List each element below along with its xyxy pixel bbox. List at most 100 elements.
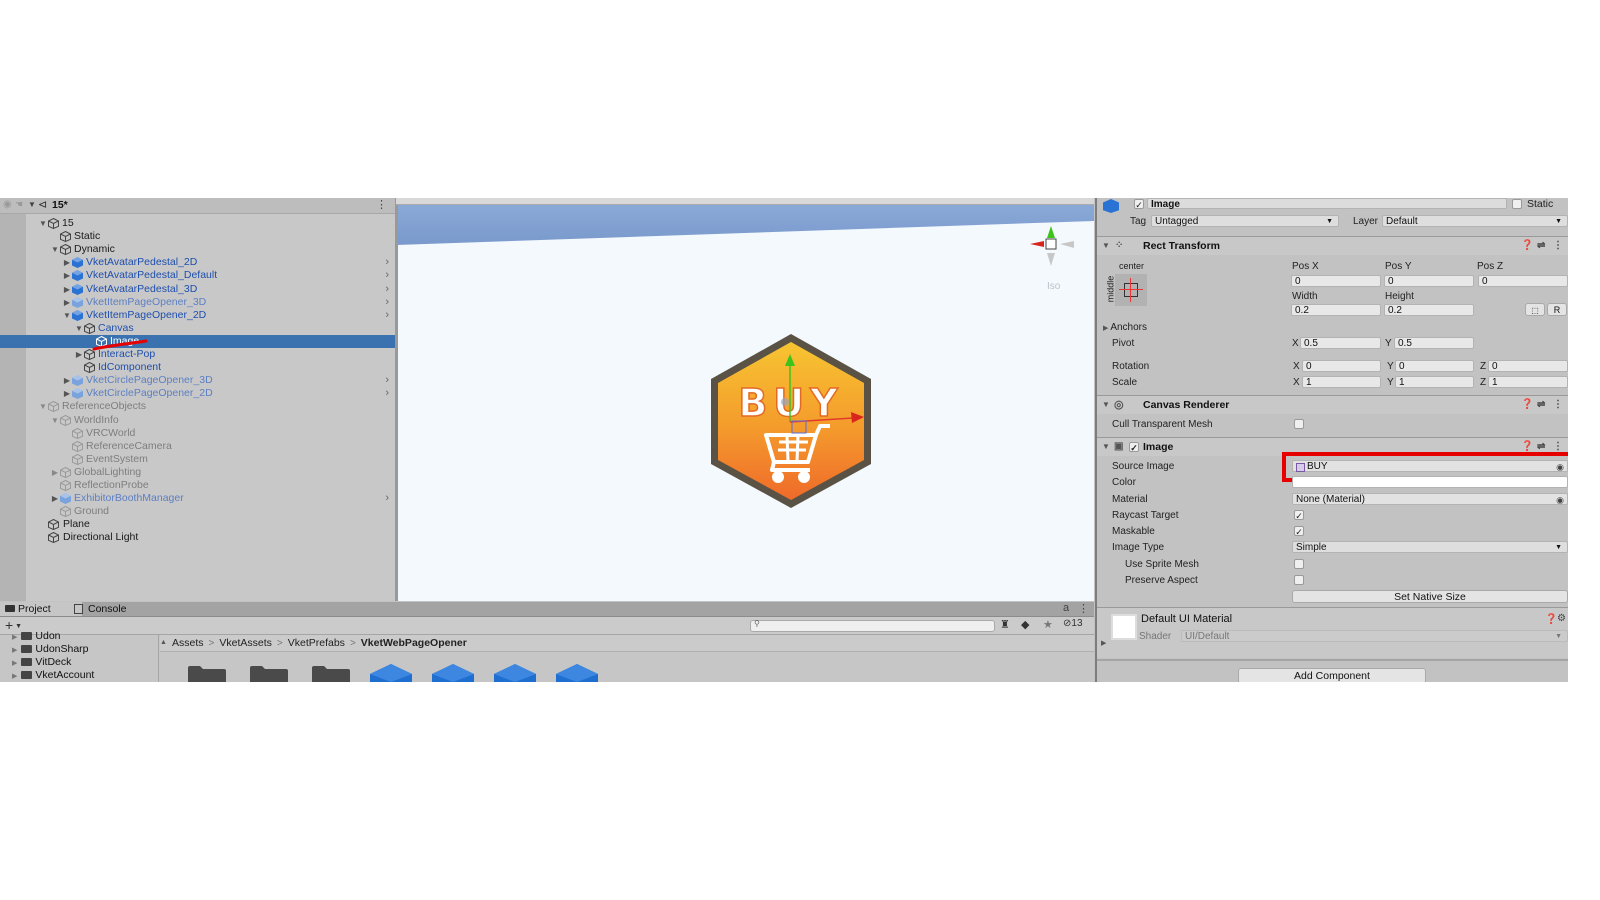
raw-edit-button[interactable]: R	[1547, 303, 1567, 316]
collapse-arrow-icon[interactable]: ▶	[50, 466, 60, 479]
pivot-x-input[interactable]: 0.5	[1300, 337, 1381, 349]
hierarchy-item[interactable]: ▶ VketAvatarPedestal_Default ›	[0, 269, 395, 282]
static-checkbox[interactable]	[1512, 199, 1522, 209]
hierarchy-item[interactable]: ▶ Interact-Pop	[0, 348, 395, 361]
hierarchy-item[interactable]: EventSystem	[0, 453, 395, 466]
hierarchy-item[interactable]: ▶ ExhibitorBoothManager ›	[0, 492, 395, 505]
pivot-dot[interactable]	[781, 398, 789, 406]
hierarchy-item[interactable]: ▶ VketAvatarPedestal_2D ›	[0, 256, 395, 269]
cull-transparent-mesh-checkbox[interactable]	[1294, 419, 1304, 429]
open-prefab-chevron-icon[interactable]: ›	[385, 387, 389, 400]
expand-arrow-icon[interactable]: ▼	[38, 217, 48, 230]
blueprint-mode-button[interactable]: ⬚	[1525, 303, 1545, 316]
expand-arrow-icon[interactable]: ▼	[74, 322, 84, 335]
presets-icon[interactable]: ⇌	[1537, 396, 1545, 414]
expand-arrow-icon[interactable]: ▼	[28, 200, 36, 209]
scene-orientation-gizmo[interactable]	[1026, 224, 1076, 274]
project-folder-item[interactable]: ▶ VitDeck	[12, 656, 71, 669]
help-icon[interactable]: ❓	[1521, 396, 1533, 414]
rect-transform-header[interactable]: ▼ ⁘ Rect Transform ❓ ⇌ ⋮	[1097, 236, 1568, 255]
project-folder-item[interactable]: ▶ Udon	[12, 630, 61, 643]
help-icon[interactable]: ❓	[1545, 614, 1557, 625]
hierarchy-item[interactable]: ▶ VketItemPageOpener_3D ›	[0, 296, 395, 309]
open-prefab-chevron-icon[interactable]: ›	[385, 309, 389, 322]
material-field[interactable]: None (Material) ◉	[1292, 493, 1568, 505]
height-input[interactable]: 0.2	[1384, 304, 1474, 316]
expand-arrow-icon[interactable]: ▶	[12, 634, 17, 641]
hierarchy-item[interactable]: ▼ Canvas	[0, 322, 395, 335]
foldout-arrow-icon[interactable]: ▼	[1102, 438, 1110, 456]
settings-gear-icon[interactable]: ⚙	[1557, 613, 1566, 624]
folder-asset[interactable]	[310, 662, 352, 682]
hierarchy-item[interactable]: ▶ VketCirclePageOpener_2D ›	[0, 387, 395, 400]
hierarchy-item[interactable]: Directional Light	[0, 531, 395, 544]
raycast-target-checkbox[interactable]: ✓	[1294, 510, 1304, 521]
scale-z-input[interactable]: 1	[1488, 376, 1568, 388]
panel-menu-icon[interactable]: ⋮	[1078, 602, 1089, 615]
folder-asset[interactable]	[186, 662, 228, 682]
breadcrumb-item[interactable]: Assets	[172, 637, 204, 649]
visibility-icon[interactable]: ◉	[3, 199, 12, 210]
prefab-asset[interactable]	[494, 662, 536, 682]
canvas-renderer-header[interactable]: ▼ ◎ Canvas Renderer ❓ ⇌ ⋮	[1097, 395, 1568, 414]
gizmo-x-axis[interactable]	[1030, 241, 1044, 247]
collapse-arrow-icon[interactable]: ▶	[50, 492, 60, 505]
gizmo-neg-y-axis[interactable]	[1047, 253, 1055, 266]
buy-sprite[interactable]: BUY	[708, 332, 874, 510]
folder-asset[interactable]	[248, 662, 290, 682]
image-enabled-checkbox[interactable]: ✓	[1129, 442, 1139, 453]
pickable-icon[interactable]: ☚	[15, 199, 23, 210]
component-menu-icon[interactable]: ⋮	[1553, 237, 1563, 255]
prefab-asset[interactable]	[556, 662, 598, 682]
open-prefab-chevron-icon[interactable]: ›	[385, 269, 389, 282]
tab-console[interactable]: Console	[70, 602, 158, 616]
open-prefab-chevron-icon[interactable]: ›	[385, 374, 389, 387]
anchors-foldout[interactable]: ▶ Anchors	[1103, 322, 1147, 333]
material-foldout-icon[interactable]: ▶	[1101, 639, 1106, 647]
component-menu-icon[interactable]: ⋮	[1553, 396, 1563, 414]
hierarchy-item[interactable]: Image	[0, 334, 395, 348]
project-folder-item[interactable]: ▶ UdonSharp	[12, 643, 89, 656]
tag-dropdown[interactable]: Untagged ▼	[1151, 215, 1339, 227]
rotation-y-input[interactable]: 0	[1395, 360, 1474, 372]
active-checkbox[interactable]: ✓	[1134, 199, 1144, 210]
hierarchy-item[interactable]: Plane	[0, 518, 395, 531]
object-name-input[interactable]: Image	[1147, 198, 1507, 210]
pos-z-input[interactable]: 0	[1478, 275, 1568, 287]
help-icon[interactable]: ❓	[1521, 237, 1533, 255]
hierarchy-item[interactable]: ▼ ReferenceObjects	[0, 400, 395, 413]
maskable-checkbox[interactable]: ✓	[1294, 526, 1304, 537]
expand-arrow-icon[interactable]: ▼	[38, 400, 48, 413]
open-prefab-chevron-icon[interactable]: ›	[385, 283, 389, 296]
gizmo-center-cube[interactable]	[1045, 238, 1057, 250]
prefab-asset[interactable]	[432, 662, 474, 682]
preserve-aspect-checkbox[interactable]	[1294, 575, 1304, 585]
scene-view[interactable]: Iso BUY	[396, 198, 1094, 601]
hierarchy-item[interactable]: ▶ GlobalLighting	[0, 466, 395, 479]
open-prefab-chevron-icon[interactable]: ›	[385, 256, 389, 269]
collapse-arrow-icon[interactable]: ▶	[62, 283, 72, 296]
scene-toolbar[interactable]	[396, 198, 1094, 205]
gizmo-neg-x-axis[interactable]	[1060, 241, 1074, 248]
prefab-asset[interactable]	[370, 662, 412, 682]
set-native-size-button[interactable]: Set Native Size	[1292, 590, 1568, 603]
hierarchy-item[interactable]: ▶ VketCirclePageOpener_3D ›	[0, 374, 395, 387]
object-picker-icon[interactable]: ◉	[1556, 494, 1564, 506]
image-type-dropdown[interactable]: Simple ▼	[1292, 541, 1568, 553]
hierarchy-scene-header[interactable]: ◉ ☚ ▼ ⊲ 15* ⋮	[0, 198, 395, 214]
rotation-x-input[interactable]: 0	[1302, 360, 1381, 372]
collapse-arrow-icon[interactable]: ▶	[62, 269, 72, 282]
collapse-arrow-icon[interactable]: ▶	[62, 387, 72, 400]
project-search-input[interactable]: ⚲	[750, 619, 995, 632]
width-input[interactable]: 0.2	[1291, 304, 1381, 316]
scale-y-input[interactable]: 1	[1395, 376, 1474, 388]
anchor-presets-button[interactable]	[1115, 274, 1147, 306]
breadcrumb-item[interactable]: VketWebPageOpener	[361, 637, 467, 649]
hierarchy-item[interactable]: ▼ WorldInfo	[0, 414, 395, 427]
hierarchy-item[interactable]: ▼ 15	[0, 217, 395, 230]
foldout-arrow-icon[interactable]: ▼	[1102, 396, 1110, 414]
expand-arrow-icon[interactable]: ▶	[12, 660, 17, 667]
expand-arrow-icon[interactable]: ▼	[50, 414, 60, 427]
breadcrumb-item[interactable]: VketPrefabs	[288, 637, 345, 649]
foldout-arrow-icon[interactable]: ▼	[1102, 237, 1110, 255]
